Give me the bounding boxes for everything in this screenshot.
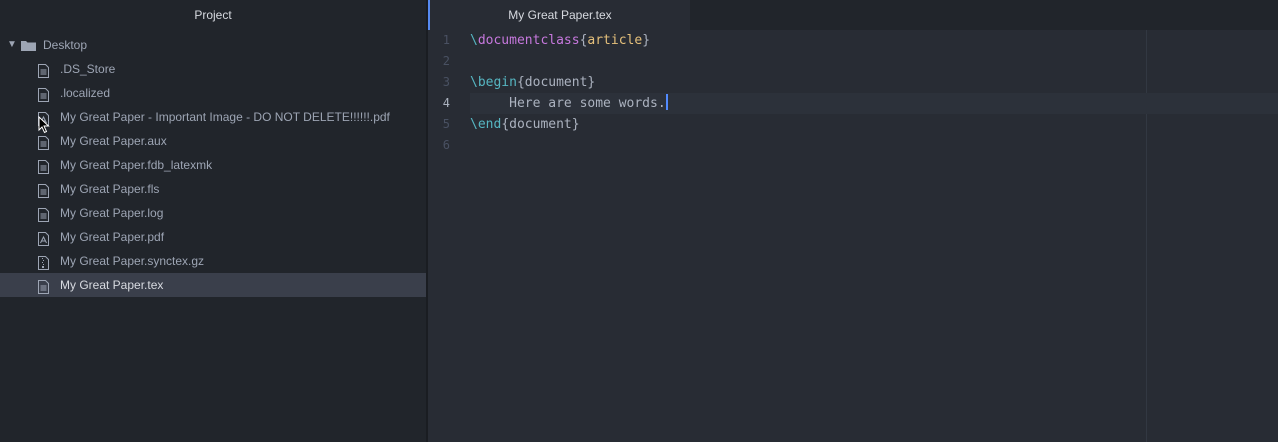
chevron-down-icon[interactable]: ▼ [7,33,17,57]
file-text-icon [38,278,49,294]
code-token: {document} [501,117,580,132]
tab-my-great-paper-tex[interactable]: My Great Paper.tex [428,0,690,30]
line-number: 5 [442,117,450,131]
code-token: {document} [516,75,596,90]
code-token: article [587,33,643,48]
file-label: My Great Paper.pdf [60,230,165,244]
file-label: My Great Paper.aux [60,134,167,148]
line-number: 4 [442,96,450,110]
file-row[interactable]: My Great Paper.fdb_latexmk [0,153,426,177]
mouse-pointer-icon [38,116,50,134]
file-text-icon [38,62,49,78]
line-number: 3 [442,75,450,89]
code-line[interactable]: \begin{document} [470,72,1278,93]
code-line[interactable]: Here are some words. [470,93,1278,114]
tree-root-label: Desktop [43,38,88,52]
file-tree: ▼ Desktop .DS_Store .localized My Great Pa… [0,33,426,297]
folder-icon [21,41,36,51]
file-pdf-icon [38,230,49,246]
file-label: My Great Paper - Important Image - DO NO… [60,110,390,124]
file-row[interactable]: My Great Paper.log [0,201,426,225]
project-sidebar: Project ▼ Desktop .DS_Store .localized My … [0,0,426,442]
file-row[interactable]: My Great Paper.tex [0,273,426,297]
code-token: Here are some words. [470,96,666,111]
code-token: documentclass [477,33,580,48]
file-row[interactable]: .DS_Store [0,57,426,81]
tree-root-desktop[interactable]: ▼ Desktop [0,33,426,57]
file-row[interactable]: My Great Paper.synctex.gz [0,249,426,273]
atom-editor-window: Project ▼ Desktop .DS_Store .localized My … [0,0,1278,442]
text-cursor [665,94,668,110]
file-row[interactable]: My Great Paper.fls [0,177,426,201]
line-number: 1 [442,33,450,47]
file-text-icon [38,182,49,198]
line-number-gutter: 1 2 3 4 5 6 [428,30,460,442]
file-row[interactable]: .localized [0,81,426,105]
code-token: } [642,33,651,48]
file-row[interactable]: My Great Paper.aux [0,129,426,153]
file-text-icon [38,158,49,174]
text-editor[interactable]: 123456 \documentclass{article} \begin{doc… [428,30,1278,442]
sidebar-title: Project [0,0,426,30]
file-text-icon [38,206,49,222]
code-token: \begin [470,75,517,90]
file-label: My Great Paper.fdb_latexmk [60,158,213,172]
code-line[interactable] [470,135,1278,156]
file-label: My Great Paper.fls [60,182,160,196]
code-line[interactable]: \documentclass{article} [470,30,1278,51]
file-label: .localized [60,86,111,100]
file-row[interactable]: My Great Paper - Important Image - DO NO… [0,105,426,129]
line-number: 6 [442,138,450,152]
code-token: \end [470,117,502,132]
file-label: My Great Paper.tex [60,278,164,292]
code-line[interactable] [470,51,1278,72]
line-number: 2 [442,54,450,68]
tab-bar: My Great Paper.tex [428,0,1278,30]
file-text-icon [38,86,49,102]
code-line[interactable]: \end{document} [470,114,1278,135]
code-token: \ [470,33,478,48]
file-row[interactable]: My Great Paper.pdf [0,225,426,249]
file-label: My Great Paper.log [60,206,164,220]
file-label: .DS_Store [60,62,116,76]
file-text-icon [38,134,49,150]
file-list: .DS_Store .localized My Great Paper - Impo… [0,57,426,297]
file-label: My Great Paper.synctex.gz [60,254,205,268]
file-zip-icon [38,254,49,270]
code-area[interactable]: \documentclass{article} \begin{document} … [470,30,1278,156]
